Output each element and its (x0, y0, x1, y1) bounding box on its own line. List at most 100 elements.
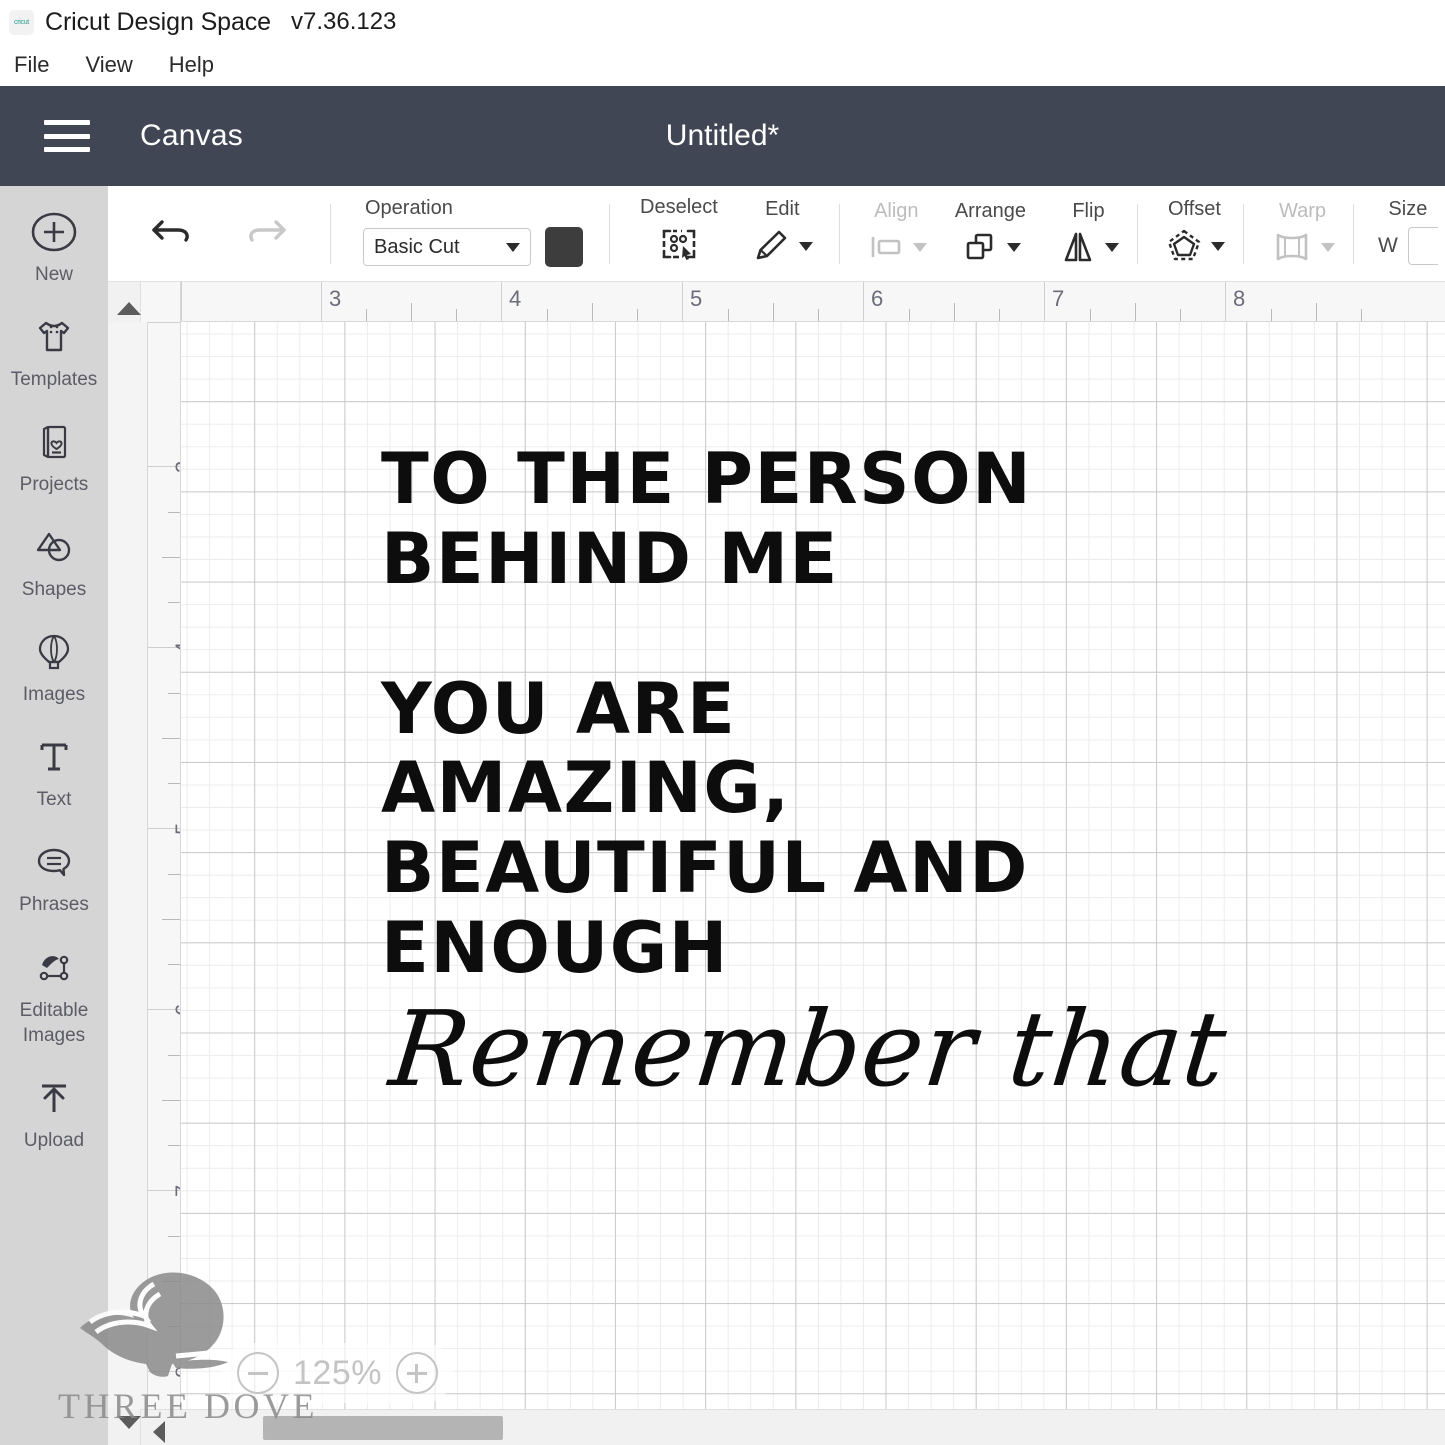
app-title: Cricut Design Space (45, 7, 271, 36)
body-line-2[interactable]: AMAZING, (381, 749, 1081, 829)
redo-button[interactable] (242, 210, 290, 257)
ruler-v-label: 3 (171, 461, 180, 473)
chevron-down-icon[interactable] (1104, 242, 1119, 252)
canvas-area: 2 3 4 5 6 (108, 282, 1445, 1445)
edit-button[interactable]: Edit (752, 186, 813, 281)
chevron-down-icon[interactable] (798, 241, 813, 251)
cricut-logo-icon: cricut (9, 9, 34, 35)
undo-redo-group (108, 186, 330, 281)
script-line[interactable]: Remember that (385, 988, 1233, 1110)
chevron-down-icon (506, 242, 520, 252)
align-label: Align (874, 200, 919, 222)
horizontal-scrollbar[interactable] (141, 1409, 1445, 1445)
menu-item-view[interactable]: View (67, 49, 150, 81)
ruler-v-label: 6 (171, 1004, 180, 1016)
app-version: v7.36.123 (290, 8, 397, 35)
chevron-down-icon[interactable] (1006, 242, 1021, 252)
pencil-icon (752, 227, 813, 265)
cricut-logo-text: cricut (14, 18, 29, 26)
ruler-v-label: 5 (171, 823, 180, 835)
align-group: Align (840, 186, 941, 281)
offset-pentagon-icon (1164, 227, 1225, 265)
operation-label: Operation (365, 197, 453, 219)
warp-button[interactable]: Warp (1270, 186, 1335, 281)
sidebar-item-new[interactable]: New (0, 206, 108, 287)
operation-color-swatch[interactable] (545, 227, 583, 267)
zoom-out-button[interactable] (237, 1352, 279, 1394)
offset-group: Offset (1138, 186, 1243, 281)
arrange-layers-icon (960, 229, 1021, 265)
chevron-down-icon[interactable] (1320, 242, 1335, 252)
headline-line-2[interactable]: BEHIND ME (381, 519, 1081, 600)
ruler-h-label: 6 (871, 286, 884, 311)
width-label: W (1377, 234, 1398, 257)
menu-item-file[interactable]: File (0, 49, 67, 81)
flip-button[interactable]: Flip (1058, 186, 1119, 281)
hot-air-balloon-icon (31, 626, 77, 678)
size-label: Size (1388, 198, 1428, 220)
design-text-group[interactable]: TO THE PERSON BEHIND ME YOU ARE AMAZING,… (381, 439, 1233, 1110)
canvas-left-margin (108, 322, 148, 1409)
shapes-icon (31, 521, 77, 573)
horizontal-ruler: 2 3 4 5 6 (141, 282, 1445, 322)
scroll-up-arrow-icon[interactable] (117, 302, 141, 315)
sidebar-item-shapes[interactable]: Shapes (0, 521, 108, 602)
ruler-v-label: 4 (171, 642, 180, 654)
sidebar-item-templates[interactable]: Templates (0, 311, 108, 392)
arrange-group: Arrange (941, 186, 1040, 281)
align-icon (866, 229, 927, 265)
sidebar-item-label: Shapes (21, 579, 87, 601)
ruler-v-label: 8 (171, 1366, 180, 1378)
ruler-h-label: 3 (329, 286, 342, 311)
design-toolbar: Operation Basic Cut Deselect Edit Align … (108, 186, 1445, 282)
edit-group: Edit (726, 186, 839, 281)
editable-image-nodes-icon (31, 942, 77, 994)
title-bar: cricut Cricut Design Space v7.36.123 (0, 0, 1445, 44)
scroll-left-arrow-icon[interactable] (153, 1421, 165, 1443)
tshirt-icon (31, 311, 77, 363)
operation-group: Operation Basic Cut (331, 186, 609, 281)
design-grid[interactable]: TO THE PERSON BEHIND ME YOU ARE AMAZING,… (181, 322, 1445, 1409)
body-line-4[interactable]: ENOUGH (381, 908, 1081, 989)
text-t-icon (31, 731, 77, 783)
warp-group: Warp (1244, 186, 1353, 281)
sidebar-item-label: Upload (23, 1129, 85, 1151)
menu-item-help[interactable]: Help (151, 49, 232, 81)
sidebar-item-upload[interactable]: Upload (0, 1072, 108, 1153)
warp-icon (1270, 229, 1335, 265)
operation-value: Basic Cut (374, 235, 460, 258)
chevron-down-icon[interactable] (912, 242, 927, 252)
sidebar-item-projects[interactable]: Projects (0, 416, 108, 497)
sidebar-item-editable-images[interactable]: Editable Images (0, 942, 108, 1048)
offset-button[interactable]: Offset (1164, 186, 1225, 281)
app-header: Canvas Untitled* (0, 86, 1445, 186)
deselect-icon (658, 225, 700, 265)
chevron-down-icon[interactable] (1210, 241, 1225, 251)
sidebar-item-images[interactable]: Images (0, 626, 108, 707)
headline-line-1[interactable]: TO THE PERSON (381, 439, 1081, 520)
zoom-in-button[interactable] (395, 1352, 438, 1394)
deselect-group: Deselect (610, 186, 726, 281)
operation-select[interactable]: Basic Cut (363, 228, 531, 266)
size-control: Size W (1378, 186, 1438, 281)
ruler-h-label: 7 (1052, 286, 1065, 311)
arrange-label: Arrange (954, 200, 1026, 222)
width-input[interactable] (1407, 227, 1438, 265)
scroll-down-arrow-icon[interactable] (117, 1416, 141, 1429)
arrange-button[interactable]: Arrange (955, 186, 1026, 281)
sidebar-item-label: Text (36, 789, 72, 811)
undo-button[interactable] (148, 210, 196, 257)
body-line-3[interactable]: BEAUTIFUL AND (381, 828, 1081, 909)
sidebar-item-phrases[interactable]: Phrases (0, 836, 108, 917)
body-line-1[interactable]: YOU ARE (381, 669, 1081, 750)
offset-label: Offset (1167, 198, 1221, 220)
sidebar-item-label: Templates (10, 369, 98, 391)
horizontal-scrollbar-thumb[interactable] (263, 1416, 503, 1440)
sidebar-item-text[interactable]: Text (0, 731, 108, 812)
canvas-label: Canvas (140, 119, 243, 152)
deselect-button[interactable]: Deselect (640, 186, 718, 281)
sidebar-item-label: Phrases (19, 894, 89, 916)
align-button[interactable]: Align (866, 186, 927, 281)
sidebar-item-label: Images (22, 684, 86, 706)
hamburger-menu-icon[interactable] (44, 120, 90, 152)
